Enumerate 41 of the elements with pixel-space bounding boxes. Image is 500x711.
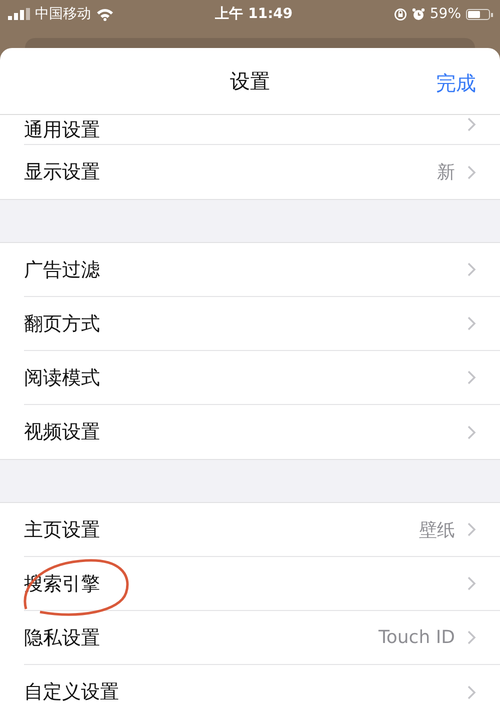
settings-row[interactable]: 自定义设置 xyxy=(24,665,500,711)
chevron-icon xyxy=(467,117,476,132)
chevron-icon xyxy=(467,370,476,385)
row-label: 自定义设置 xyxy=(24,680,119,705)
settings-row[interactable]: 主页设置 壁纸 xyxy=(24,503,500,557)
chevron-icon xyxy=(467,424,476,440)
settings-row[interactable]: 视频设置 xyxy=(24,405,500,459)
chevron-icon xyxy=(467,164,476,180)
chevron-icon xyxy=(467,262,476,277)
row-value: 新 xyxy=(437,161,455,184)
carrier-name: 中国移动 xyxy=(35,5,91,23)
chevron-icon xyxy=(467,630,476,645)
chevron-icon xyxy=(467,522,476,537)
row-label: 广告过滤 xyxy=(24,258,100,282)
battery-percent: 59% xyxy=(430,6,461,22)
settings-row[interactable]: 翻页方式 xyxy=(24,297,500,351)
row-label: 视频设置 xyxy=(24,420,100,445)
orientation-lock-icon xyxy=(394,8,407,20)
row-label: 通用设置 xyxy=(24,118,100,143)
signal-icon xyxy=(8,8,30,20)
wifi-icon xyxy=(96,8,114,20)
settings-row[interactable]: 隐私设置 Touch ID xyxy=(24,611,500,665)
row-label: 主页设置 xyxy=(24,518,100,542)
clock-time: 上午 11:49 xyxy=(215,5,293,23)
settings-row[interactable]: 显示设置 新 xyxy=(24,145,500,199)
row-value: Touch ID xyxy=(378,627,455,648)
row-label: 隐私设置 xyxy=(24,626,100,650)
row-label: 显示设置 xyxy=(24,160,100,185)
settings-row[interactable]: 通用设置 xyxy=(24,115,500,145)
row-label: 翻页方式 xyxy=(24,312,100,336)
chevron-icon xyxy=(467,684,476,700)
settings-row[interactable]: 阅读模式 xyxy=(24,351,500,405)
settings-row[interactable]: 广告过滤 xyxy=(24,243,500,297)
battery-icon xyxy=(466,8,490,20)
done-button[interactable]: 完成 xyxy=(436,70,476,97)
alarm-icon xyxy=(412,8,425,20)
row-label: 阅读模式 xyxy=(24,366,100,390)
sheet-title: 设置 xyxy=(230,68,270,94)
chevron-icon xyxy=(467,316,476,331)
row-value: 壁纸 xyxy=(419,518,455,542)
chevron-icon xyxy=(467,576,476,591)
